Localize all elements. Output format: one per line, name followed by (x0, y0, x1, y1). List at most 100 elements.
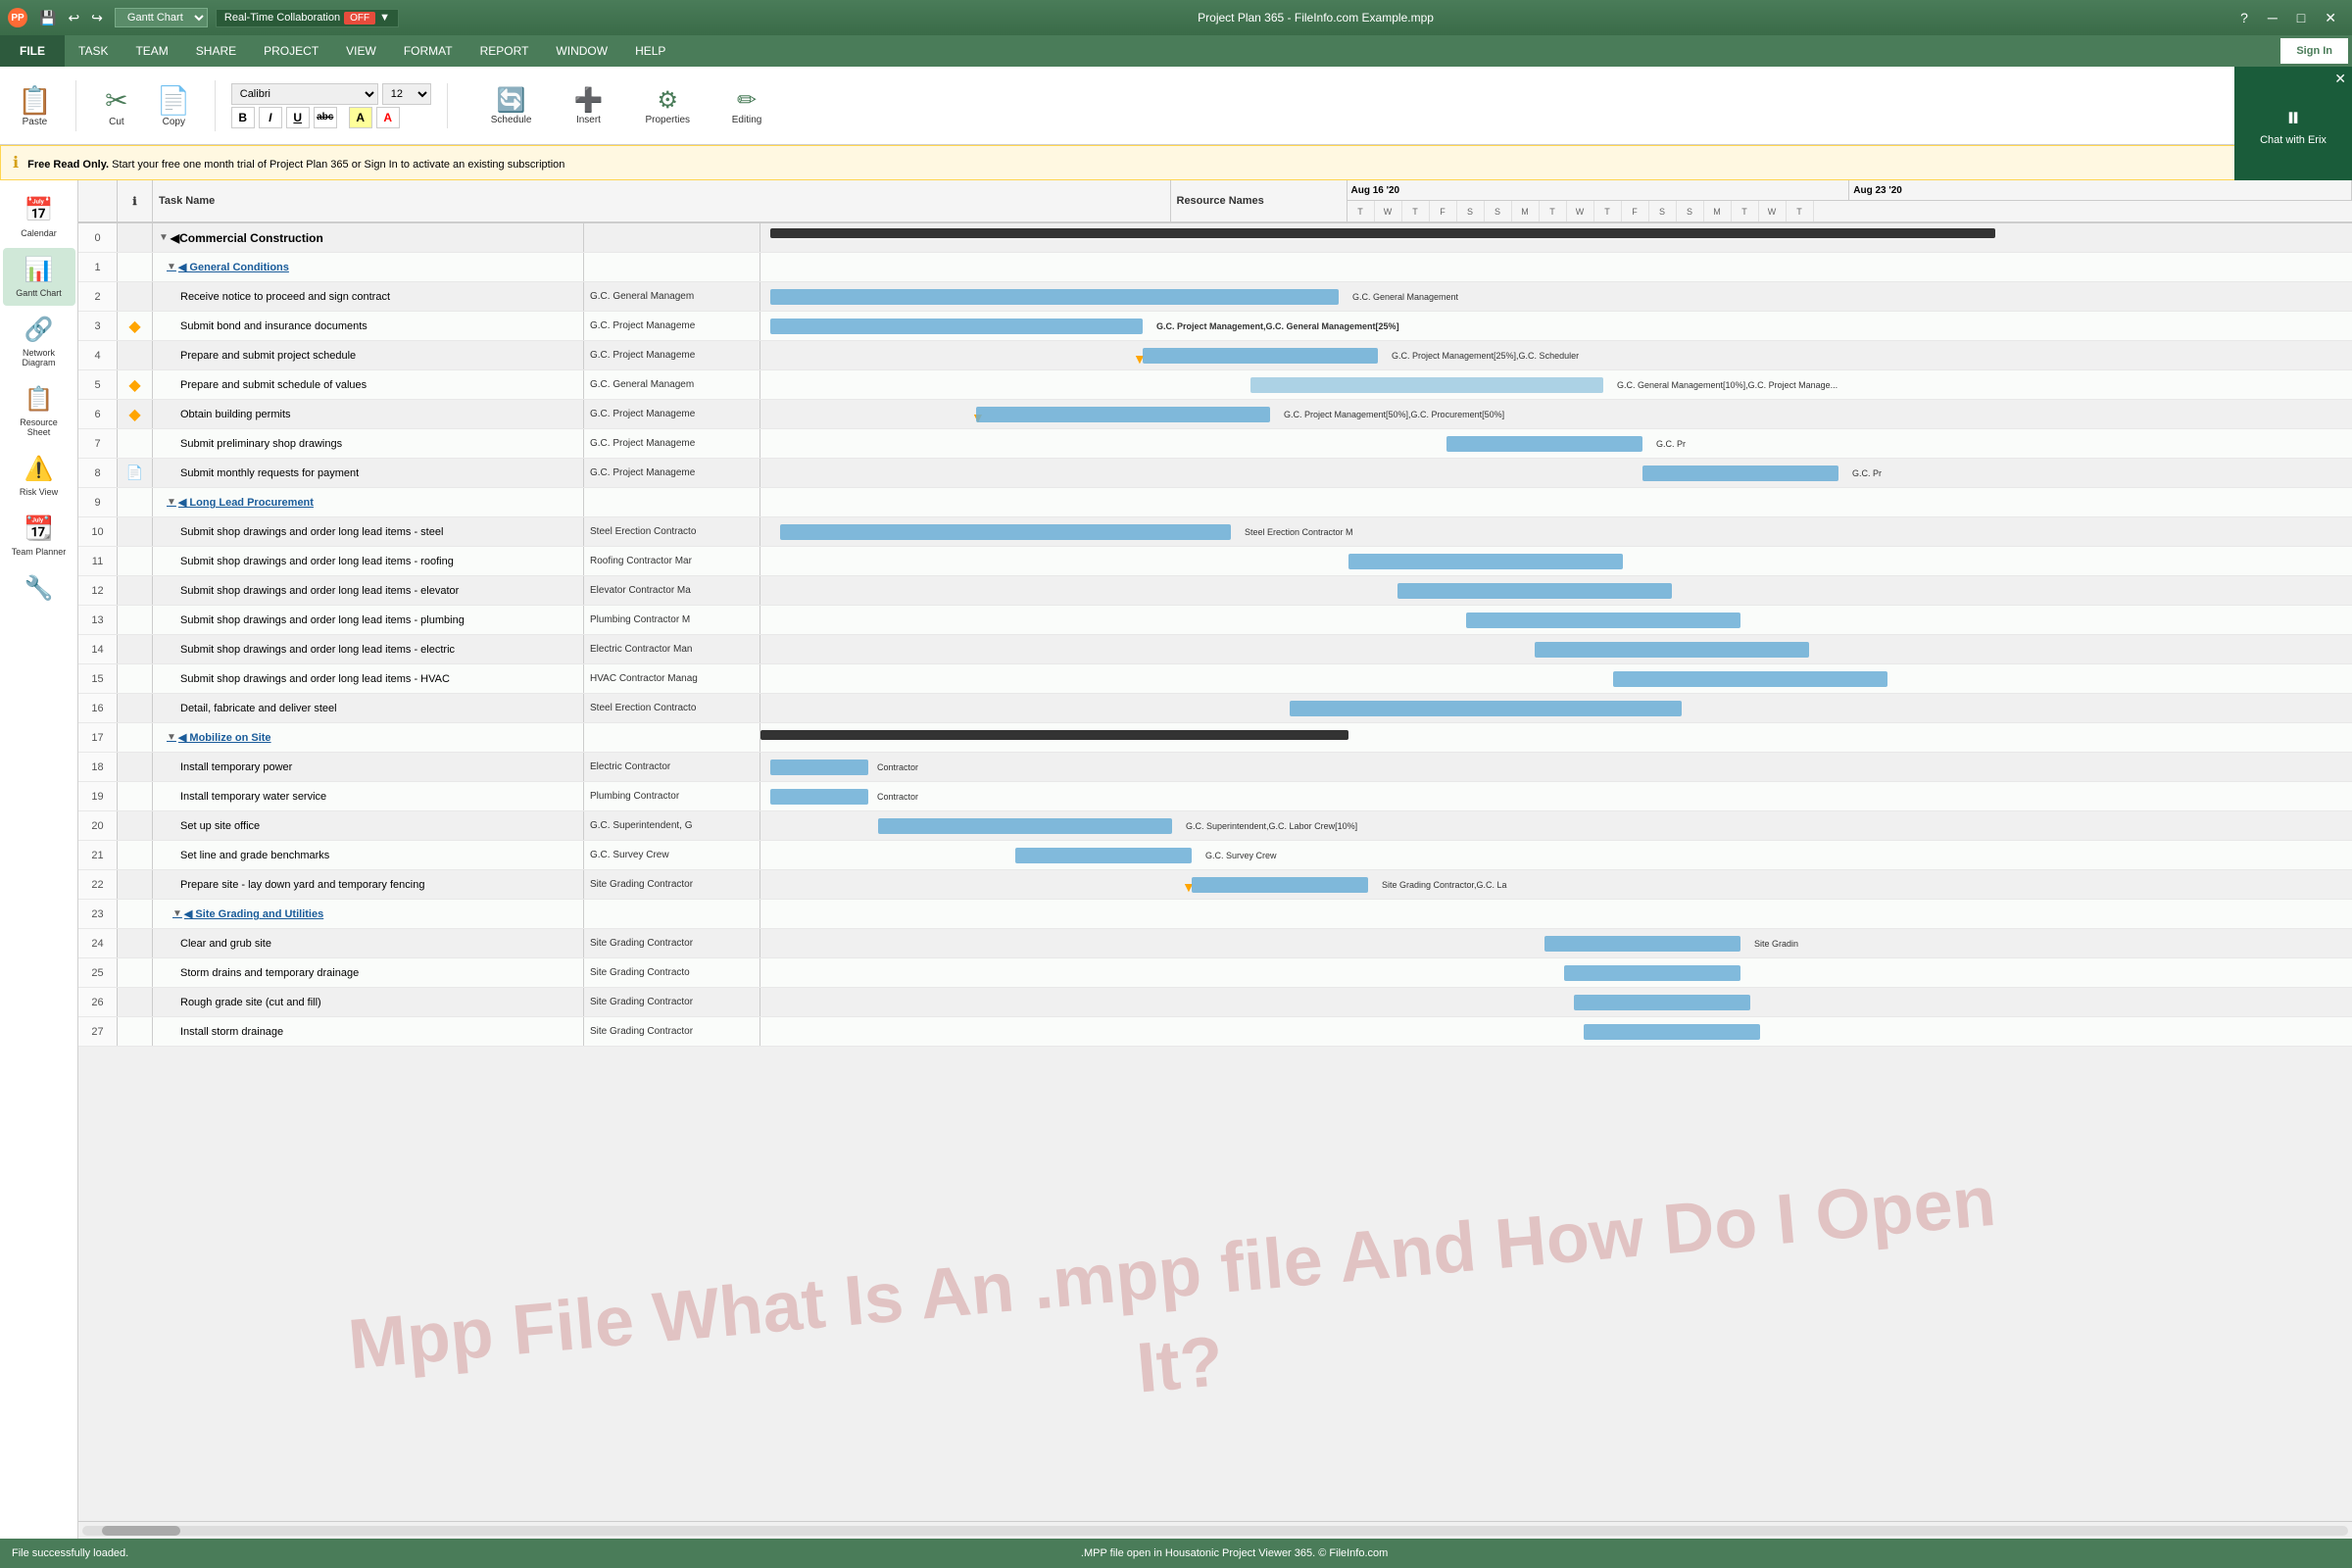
help-button[interactable]: ? (2232, 8, 2256, 28)
task-name[interactable]: ▼ ◀ Site Grading and Utilities (153, 900, 584, 928)
task-name[interactable]: Rough grade site (cut and fill) (153, 988, 584, 1016)
font-dropdown[interactable]: Calibri (231, 83, 378, 105)
view-dropdown[interactable]: Gantt Chart (115, 8, 208, 27)
table-row[interactable]: 17 ▼ ◀ Mobilize on Site (78, 723, 2352, 753)
task-name[interactable]: Set up site office (153, 811, 584, 840)
task-name[interactable]: Submit shop drawings and order long lead… (153, 606, 584, 634)
minimize-button[interactable]: ─ (2260, 8, 2285, 28)
table-row[interactable]: 16 Detail, fabricate and deliver steel S… (78, 694, 2352, 723)
maximize-button[interactable]: □ (2289, 8, 2313, 28)
table-row[interactable]: 20 Set up site office G.C. Superintenden… (78, 811, 2352, 841)
task-name[interactable]: Submit bond and insurance documents (153, 312, 584, 340)
report-menu[interactable]: REPORT (466, 35, 543, 67)
table-row[interactable]: 24 Clear and grub site Site Grading Cont… (78, 929, 2352, 958)
cut-button[interactable]: ✂ Cut (92, 80, 141, 131)
task-name[interactable]: ▼ ◀ Long Lead Procurement (153, 488, 584, 516)
window-menu[interactable]: WINDOW (542, 35, 621, 67)
task-name[interactable]: ▼ ◀ General Conditions (153, 253, 584, 281)
table-row[interactable]: 7 Submit preliminary shop drawings G.C. … (78, 429, 2352, 459)
table-row[interactable]: 19 Install temporary water service Plumb… (78, 782, 2352, 811)
task-name[interactable]: Submit shop drawings and order long lead… (153, 635, 584, 663)
table-row[interactable]: 27 Install storm drainage Site Grading C… (78, 1017, 2352, 1047)
table-row[interactable]: 4 Prepare and submit project schedule G.… (78, 341, 2352, 370)
share-menu[interactable]: SHARE (182, 35, 250, 67)
table-row[interactable]: 1 ▼ ◀ General Conditions (78, 253, 2352, 282)
insert-button[interactable]: ➕ Insert (559, 80, 617, 131)
save-button[interactable]: 💾 (35, 8, 60, 28)
undo-button[interactable]: ↩ (64, 8, 83, 28)
task-name[interactable]: Detail, fabricate and deliver steel (153, 694, 584, 722)
expand-icon[interactable]: ▼ (167, 262, 176, 272)
editing-button[interactable]: ✏ Editing (717, 80, 776, 131)
table-row[interactable]: 12 Submit shop drawings and order long l… (78, 576, 2352, 606)
strikethrough-button[interactable]: abc (314, 107, 337, 128)
task-name[interactable]: Submit shop drawings and order long lead… (153, 576, 584, 605)
task-name[interactable]: Install storm drainage (153, 1017, 584, 1046)
table-row[interactable]: 5 ◆ Prepare and submit schedule of value… (78, 370, 2352, 400)
table-row[interactable]: 23 ▼ ◀ Site Grading and Utilities (78, 900, 2352, 929)
task-name[interactable]: ▼ ◀ Mobilize on Site (153, 723, 584, 752)
table-row[interactable]: 25 Storm drains and temporary drainage S… (78, 958, 2352, 988)
task-name[interactable]: Prepare site - lay down yard and tempora… (153, 870, 584, 899)
help-menu[interactable]: HELP (621, 35, 679, 67)
task-name[interactable]: Prepare and submit project schedule (153, 341, 584, 369)
table-row[interactable]: 3 ◆ Submit bond and insurance documents … (78, 312, 2352, 341)
task-name[interactable]: Submit preliminary shop drawings (153, 429, 584, 458)
task-name[interactable]: ▼ ◀ Commercial Construction (153, 223, 584, 252)
scrollbar-track[interactable] (82, 1526, 2348, 1536)
view-menu[interactable]: VIEW (332, 35, 390, 67)
copy-button[interactable]: 📄 Copy (149, 80, 199, 131)
horizontal-scrollbar[interactable] (78, 1521, 2352, 1539)
task-name[interactable]: Receive notice to proceed and sign contr… (153, 282, 584, 311)
collab-toggle[interactable]: OFF (344, 12, 375, 24)
sidebar-item-network[interactable]: 🔗 Network Diagram (3, 308, 75, 375)
collab-button[interactable]: Real-Time Collaboration OFF ▼ (216, 9, 399, 27)
task-name[interactable]: Storm drains and temporary drainage (153, 958, 584, 987)
task-menu[interactable]: TASK (65, 35, 122, 67)
table-row[interactable]: 14 Submit shop drawings and order long l… (78, 635, 2352, 664)
scrollbar-thumb[interactable] (102, 1526, 180, 1536)
task-name[interactable]: Submit monthly requests for payment (153, 459, 584, 487)
sidebar-item-extra[interactable]: 🔧 (3, 566, 75, 611)
sidebar-item-risk[interactable]: ⚠️ Risk View (3, 447, 75, 505)
table-row[interactable]: 26 Rough grade site (cut and fill) Site … (78, 988, 2352, 1017)
table-row[interactable]: 18 Install temporary power Electric Cont… (78, 753, 2352, 782)
task-name[interactable]: Obtain building permits (153, 400, 584, 428)
task-name[interactable]: Prepare and submit schedule of values (153, 370, 584, 399)
task-name[interactable]: Install temporary power (153, 753, 584, 781)
table-row[interactable]: 13 Submit shop drawings and order long l… (78, 606, 2352, 635)
task-name[interactable]: Submit shop drawings and order long lead… (153, 517, 584, 546)
task-name[interactable]: Install temporary water service (153, 782, 584, 810)
expand-icon[interactable]: ▼ (167, 732, 176, 743)
font-color-button[interactable]: A (376, 107, 400, 128)
properties-button[interactable]: ⚙ Properties (633, 80, 702, 131)
table-row[interactable]: 11 Submit shop drawings and order long l… (78, 547, 2352, 576)
bold-button[interactable]: B (231, 107, 255, 128)
sidebar-item-team[interactable]: 📆 Team Planner (3, 507, 75, 564)
expand-icon[interactable]: ▼ (167, 497, 176, 508)
task-name[interactable]: Submit shop drawings and order long lead… (153, 547, 584, 575)
table-row[interactable]: 15 Submit shop drawings and order long l… (78, 664, 2352, 694)
task-name[interactable]: Clear and grub site (153, 929, 584, 957)
team-menu[interactable]: TEAM (122, 35, 181, 67)
italic-button[interactable]: I (259, 107, 282, 128)
sidebar-item-resource[interactable]: 📋 Resource Sheet (3, 377, 75, 445)
task-name[interactable]: Submit shop drawings and order long lead… (153, 664, 584, 693)
chat-close-icon[interactable]: ✕ (2334, 71, 2346, 87)
expand-icon[interactable]: ▼ (172, 908, 182, 919)
table-row[interactable]: 2 Receive notice to proceed and sign con… (78, 282, 2352, 312)
expand-icon[interactable]: ▼ (159, 232, 169, 243)
table-row[interactable]: 8 📄 Submit monthly requests for payment … (78, 459, 2352, 488)
paste-button[interactable]: 📋 Paste (10, 80, 60, 131)
font-size-dropdown[interactable]: 12 (382, 83, 431, 105)
task-name[interactable]: Set line and grade benchmarks (153, 841, 584, 869)
file-menu[interactable]: FILE (0, 35, 65, 67)
table-row[interactable]: 21 Set line and grade benchmarks G.C. Su… (78, 841, 2352, 870)
schedule-button[interactable]: 🔄 Schedule (479, 80, 544, 131)
underline-button[interactable]: U (286, 107, 310, 128)
collab-dropdown-icon[interactable]: ▼ (379, 12, 390, 24)
project-menu[interactable]: PROJECT (250, 35, 332, 67)
format-menu[interactable]: FORMAT (390, 35, 466, 67)
table-row[interactable]: 22 Prepare site - lay down yard and temp… (78, 870, 2352, 900)
highlight-button[interactable]: A (349, 107, 372, 128)
